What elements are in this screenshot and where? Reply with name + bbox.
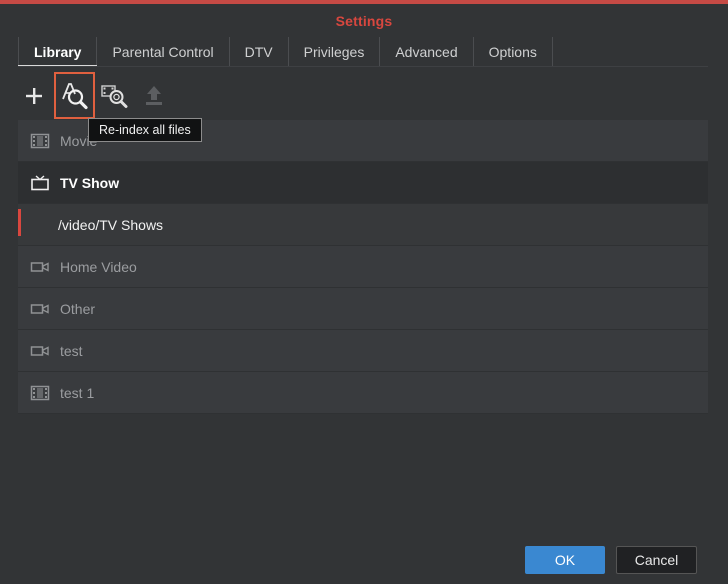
tab-divider bbox=[18, 66, 708, 67]
reindex-folder-icon bbox=[101, 85, 128, 108]
library-item-test-1[interactable]: test 1 bbox=[18, 372, 708, 414]
film-icon bbox=[30, 133, 50, 149]
tab-advanced[interactable]: Advanced bbox=[380, 37, 474, 66]
film-icon bbox=[30, 385, 50, 401]
library-item-label: TV Show bbox=[60, 174, 120, 191]
library-item-label: Other bbox=[60, 300, 96, 317]
add-button[interactable] bbox=[14, 74, 54, 118]
tab-dtv[interactable]: DTV bbox=[230, 37, 289, 66]
library-item-label: test bbox=[60, 342, 83, 359]
folder-path-label: /video/TV Shows bbox=[58, 216, 164, 233]
add-icon bbox=[26, 88, 42, 104]
upload-button[interactable] bbox=[134, 74, 174, 118]
reindex-tooltip: Re-index all files bbox=[88, 118, 202, 142]
selection-marker bbox=[18, 209, 21, 236]
reindex-folder-button[interactable] bbox=[95, 74, 135, 118]
ok-button[interactable]: OK bbox=[525, 546, 605, 574]
tab-bar: Library Parental Control DTV Privileges … bbox=[18, 37, 553, 67]
tab-options[interactable]: Options bbox=[474, 37, 553, 66]
tab-privileges[interactable]: Privileges bbox=[289, 37, 381, 66]
reindex-all-files-icon bbox=[61, 82, 88, 109]
library-folder-path[interactable]: /video/TV Shows bbox=[18, 204, 708, 246]
library-item-home-video[interactable]: Home Video bbox=[18, 246, 708, 288]
library-item-label: Home Video bbox=[60, 258, 137, 275]
library-item-other[interactable]: Other bbox=[18, 288, 708, 330]
dialog-title: Settings bbox=[335, 13, 393, 29]
tab-parental-control[interactable]: Parental Control bbox=[97, 37, 230, 66]
tv-icon bbox=[31, 175, 49, 191]
cancel-button[interactable]: Cancel bbox=[616, 546, 697, 574]
tab-library[interactable]: Library bbox=[18, 37, 98, 67]
reindex-all-files-button[interactable] bbox=[54, 72, 95, 119]
upload-icon bbox=[146, 86, 162, 105]
camera-icon bbox=[30, 346, 49, 356]
camera-icon bbox=[30, 262, 49, 272]
library-item-test[interactable]: test bbox=[18, 330, 708, 372]
library-item-tv-show[interactable]: TV Show bbox=[18, 162, 708, 204]
window-top-border bbox=[0, 0, 728, 4]
library-item-label: test 1 bbox=[60, 384, 95, 401]
library-list: Movie TV Show /video/TV Shows Home Video… bbox=[18, 120, 708, 414]
camera-icon bbox=[30, 304, 49, 314]
